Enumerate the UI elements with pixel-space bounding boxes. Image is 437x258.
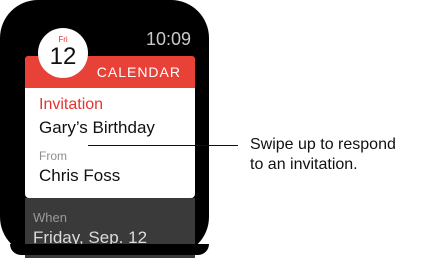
time-display: 10:09 (146, 29, 192, 49)
invitation-label: Invitation (39, 96, 104, 113)
invitation-card[interactable]: Invitation Gary’s Birthday From Chris Fo… (25, 88, 195, 198)
from-name: Chris Foss (39, 166, 121, 185)
callout-leader-line (88, 145, 238, 146)
invitation-title: Gary’s Birthday (39, 118, 155, 137)
calendar-date-icon: Fri 12 (38, 28, 88, 78)
callout-line-2: to an invitation. (250, 156, 358, 173)
callout-line-1: Swipe up to respond (250, 136, 396, 153)
app-name: CALENDAR (96, 64, 181, 80)
callout-text: Swipe up to respond to an invitation. (250, 135, 435, 175)
from-label: From (39, 149, 67, 163)
date-day: 12 (49, 43, 77, 70)
when-label: When (33, 210, 67, 225)
bezel-bottom-mask (10, 244, 209, 255)
